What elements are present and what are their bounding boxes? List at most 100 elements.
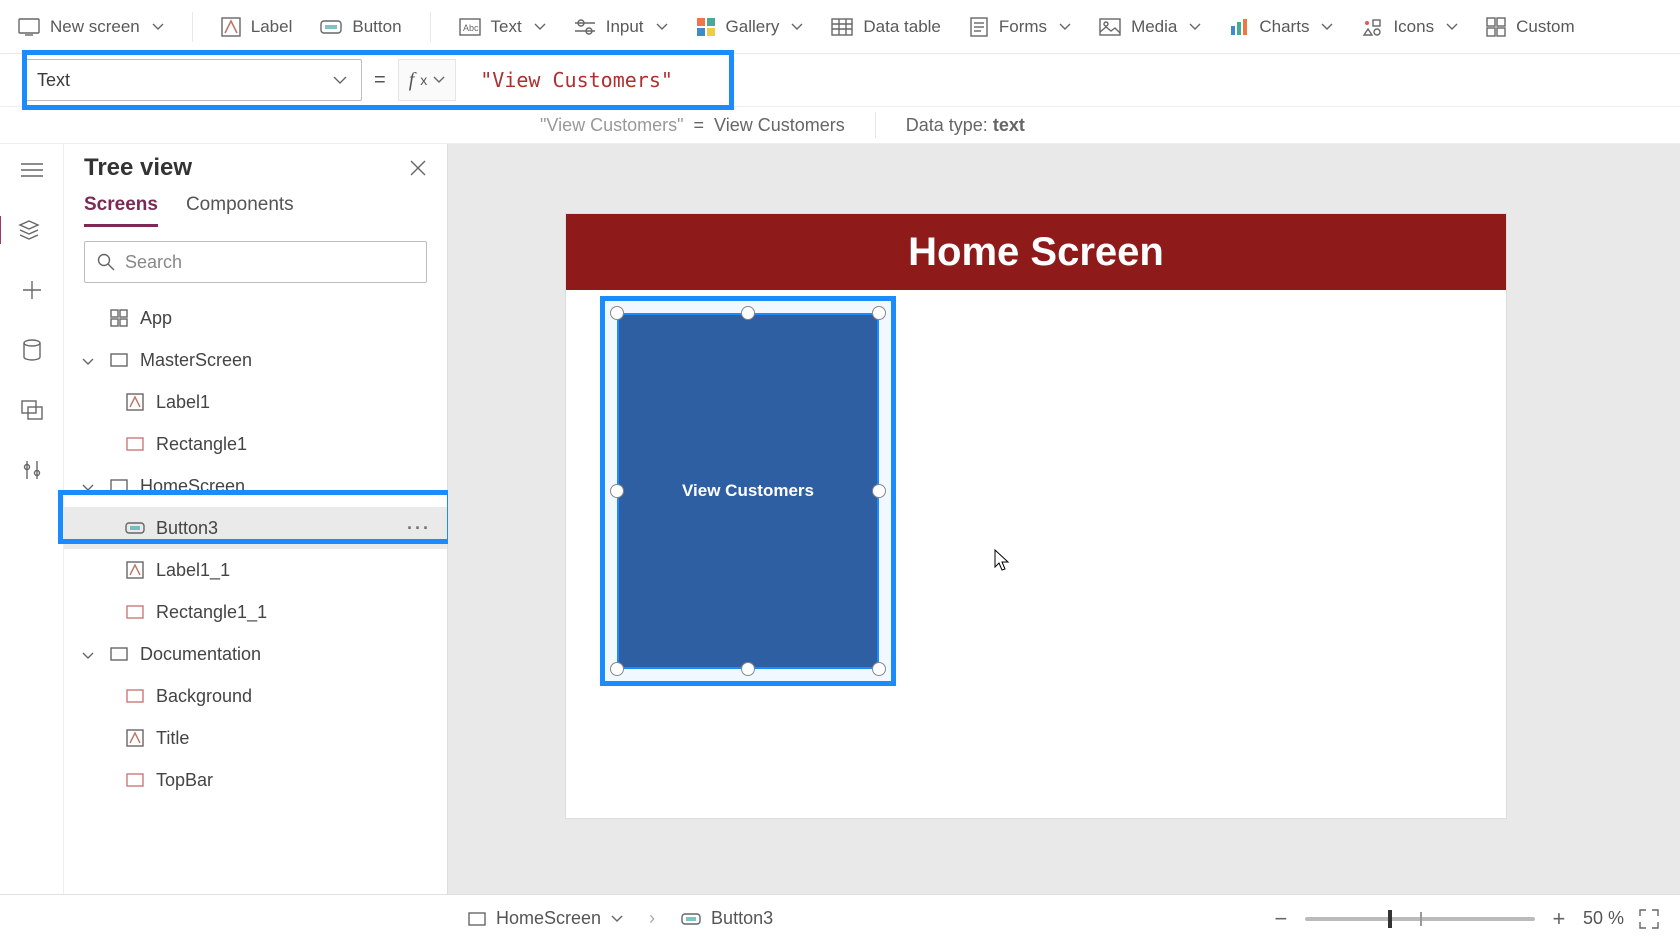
custom-menu-label: Custom	[1516, 17, 1575, 37]
label-button[interactable]: Label	[221, 17, 293, 37]
tree-item-background[interactable]: Background	[64, 675, 447, 717]
new-screen-label: New screen	[50, 17, 140, 37]
button-icon	[320, 18, 342, 36]
rectangle-icon	[124, 769, 146, 791]
resize-handle[interactable]	[872, 662, 886, 676]
app-icon	[108, 307, 130, 329]
resize-handle[interactable]	[872, 306, 886, 320]
data-table-button[interactable]: Data table	[831, 17, 941, 37]
insert-toolbar: New screen Label Button Abc Text Input G…	[0, 0, 1680, 54]
tree-view-button[interactable]	[0, 216, 46, 244]
forms-menu[interactable]: Forms	[969, 17, 1071, 37]
chevron-down-icon	[656, 23, 668, 31]
tree-item-topbar[interactable]: TopBar	[64, 759, 447, 801]
tree-item-homescreen[interactable]: HomeScreen	[64, 465, 447, 507]
tab-components[interactable]: Components	[186, 194, 294, 227]
formula-input[interactable]: "View Customers"	[468, 59, 685, 101]
hamburger-button[interactable]	[18, 156, 46, 184]
tree-label: MasterScreen	[140, 350, 252, 371]
tree-label: Label1_1	[156, 560, 230, 581]
resize-handle[interactable]	[610, 662, 624, 676]
chevron-down-icon	[433, 76, 445, 84]
text-menu[interactable]: Abc Text	[459, 17, 546, 37]
tree-label: App	[140, 308, 172, 329]
property-selector[interactable]: Text	[22, 59, 362, 101]
tree-item-rectangle1[interactable]: Rectangle1	[64, 423, 447, 465]
charts-menu[interactable]: Charts	[1229, 17, 1333, 37]
insert-label-text: Label	[251, 17, 293, 37]
resize-handle[interactable]	[741, 662, 755, 676]
icons-icon	[1361, 17, 1383, 37]
tree-item-documentation[interactable]: Documentation	[64, 633, 447, 675]
tree-item-label1-1[interactable]: Label1_1	[64, 549, 447, 591]
zoom-in-button[interactable]: +	[1549, 906, 1569, 932]
fx-icon: f	[409, 69, 415, 92]
caret-icon[interactable]	[78, 350, 98, 371]
label-icon	[124, 391, 146, 413]
resize-handle[interactable]	[741, 306, 755, 320]
canvas-button-element[interactable]: View Customers	[617, 313, 879, 669]
tree-label: Rectangle1	[156, 434, 247, 455]
media-rail-icon	[21, 400, 43, 420]
tree-search-input[interactable]: Search	[84, 241, 427, 283]
new-screen-menu[interactable]: New screen	[18, 17, 164, 37]
canvas[interactable]: Home Screen View Customers	[448, 144, 1680, 894]
database-icon	[22, 339, 42, 361]
layers-icon	[18, 219, 40, 241]
icons-menu[interactable]: Icons	[1361, 17, 1458, 37]
custom-menu[interactable]: Custom	[1486, 17, 1575, 37]
close-icon[interactable]	[409, 159, 427, 177]
tree-item-rectangle1-1[interactable]: Rectangle1_1	[64, 591, 447, 633]
more-options-button[interactable]: ···	[407, 518, 431, 539]
tree-item-title[interactable]: Title	[64, 717, 447, 759]
tree-item-button3[interactable]: Button3 ···	[64, 507, 447, 549]
selection-box[interactable]: View Customers	[600, 296, 896, 686]
gallery-menu[interactable]: Gallery	[696, 17, 804, 37]
screen-icon	[108, 475, 130, 497]
screen-icon	[18, 18, 40, 36]
breadcrumb-separator: ›	[649, 908, 655, 929]
screen-icon	[468, 912, 486, 926]
forms-icon	[969, 17, 989, 37]
tree-item-masterscreen[interactable]: MasterScreen	[64, 339, 447, 381]
tree-item-label1[interactable]: Label1	[64, 381, 447, 423]
media-menu-label: Media	[1131, 17, 1177, 37]
fx-button[interactable]: fx	[398, 59, 457, 101]
caret-icon[interactable]	[78, 644, 98, 665]
resize-handle[interactable]	[610, 484, 624, 498]
media-icon	[1099, 18, 1121, 36]
property-selector-value: Text	[37, 70, 70, 91]
zoom-thumb[interactable]	[1388, 910, 1392, 928]
formula-result-text: "View Customers" = View Customers	[540, 115, 845, 136]
gallery-icon	[696, 17, 716, 37]
breadcrumb-screen[interactable]: HomeScreen	[468, 908, 623, 929]
insert-button[interactable]	[18, 276, 46, 304]
svg-text:Abc: Abc	[463, 23, 479, 33]
tree-item-app[interactable]: App	[64, 297, 447, 339]
zoom-value: 50 %	[1583, 908, 1624, 929]
resize-handle[interactable]	[610, 306, 624, 320]
data-button[interactable]	[18, 336, 46, 364]
zoom-slider[interactable]	[1305, 917, 1535, 921]
breadcrumb-element[interactable]: Button3	[681, 908, 773, 929]
breadcrumb-screen-label: HomeScreen	[496, 908, 601, 929]
input-menu[interactable]: Input	[574, 17, 668, 37]
resize-handle[interactable]	[872, 484, 886, 498]
data-table-icon	[831, 18, 853, 36]
caret-icon[interactable]	[78, 476, 98, 497]
text-icon: Abc	[459, 18, 481, 36]
media-menu[interactable]: Media	[1099, 17, 1201, 37]
left-rail	[0, 144, 64, 894]
media-rail-button[interactable]	[18, 396, 46, 424]
fit-to-screen-button[interactable]	[1638, 908, 1660, 930]
tree-label: Rectangle1_1	[156, 602, 267, 623]
chevron-down-icon	[152, 23, 164, 31]
button-button[interactable]: Button	[320, 17, 401, 37]
tree-label: Label1	[156, 392, 210, 413]
toolbar-separator	[192, 12, 193, 42]
tab-screens[interactable]: Screens	[84, 194, 158, 227]
zoom-out-button[interactable]: −	[1271, 906, 1291, 932]
insert-button-text: Button	[352, 17, 401, 37]
breadcrumb-element-label: Button3	[711, 908, 773, 929]
advanced-tools-button[interactable]	[18, 456, 46, 484]
